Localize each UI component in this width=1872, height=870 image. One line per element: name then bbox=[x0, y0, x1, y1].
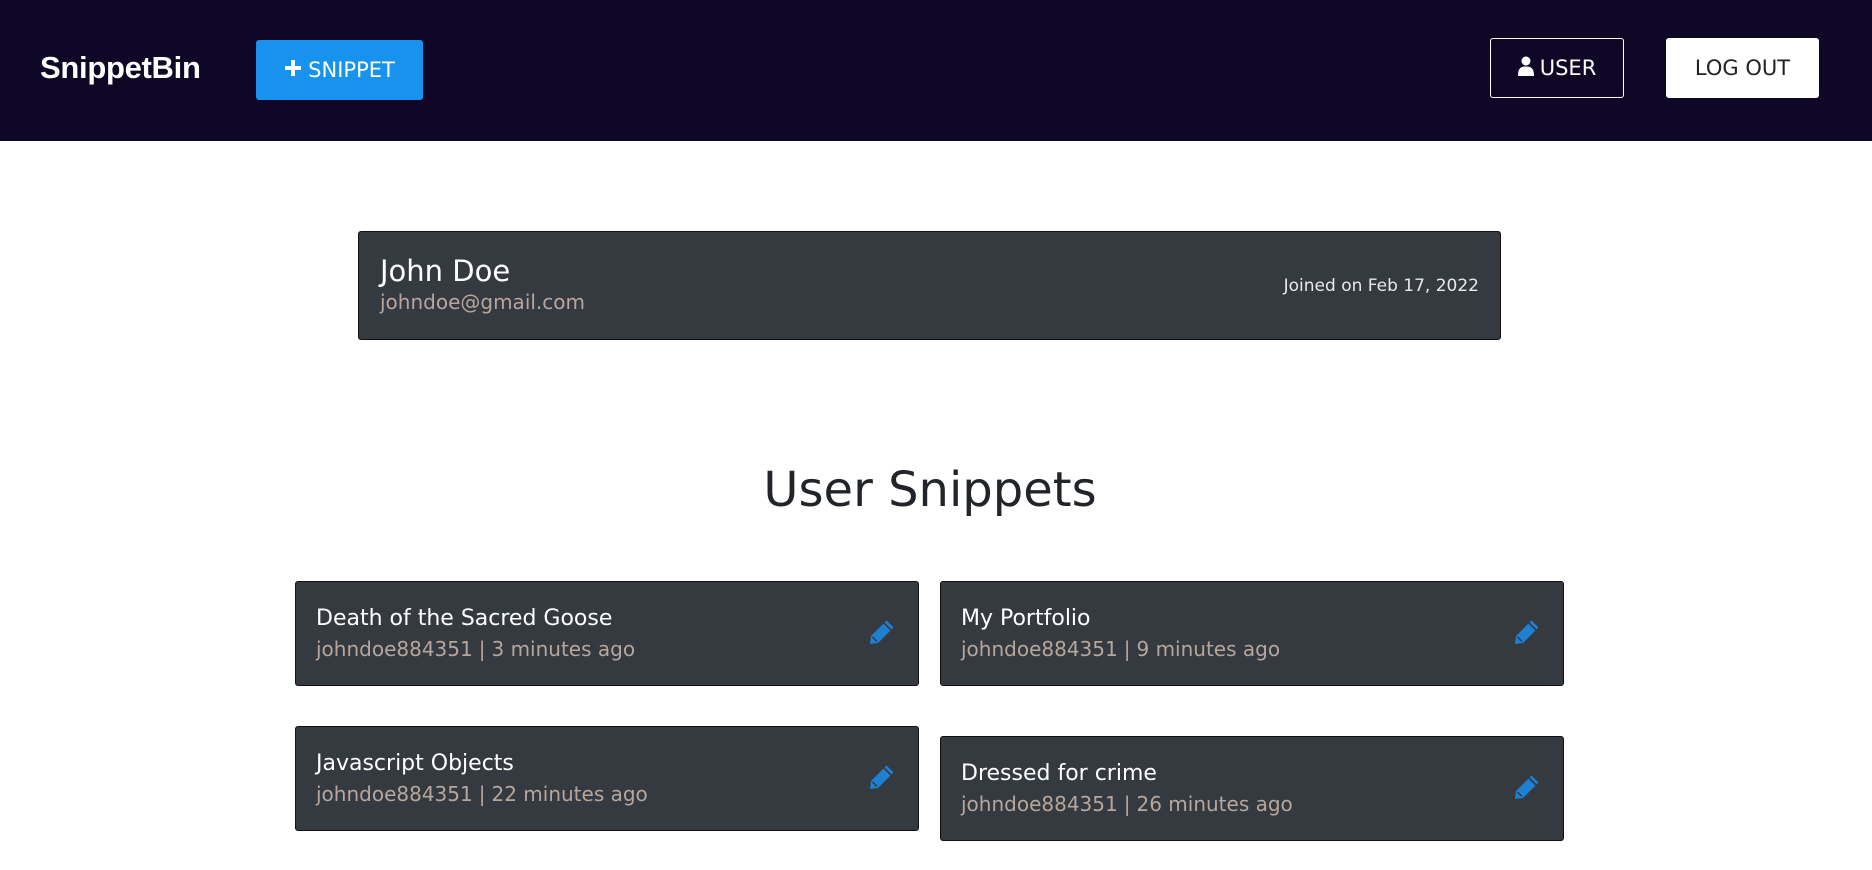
snippet-author: johndoe884351 bbox=[316, 782, 473, 806]
snippet-card[interactable]: Death of the Sacred Goose johndoe884351 |… bbox=[295, 581, 919, 686]
edit-icon[interactable] bbox=[866, 616, 898, 648]
snippet-time: 3 minutes ago bbox=[491, 637, 636, 661]
section-title: User Snippets bbox=[763, 462, 1097, 518]
new-snippet-button[interactable]: SNIPPET bbox=[256, 40, 423, 100]
top-navbar: SnippetBin SNIPPET USER LOG OUT bbox=[0, 0, 1872, 141]
snippet-author: johndoe884351 bbox=[961, 637, 1118, 661]
user-label: USER bbox=[1539, 56, 1597, 80]
user-icon bbox=[1517, 56, 1534, 81]
profile-name: John Doe bbox=[380, 254, 511, 288]
edit-icon[interactable] bbox=[1511, 771, 1543, 803]
snippet-card[interactable]: Dressed for crime johndoe884351 | 26 minut… bbox=[940, 736, 1564, 841]
snippet-meta: johndoe884351 | 26 minutes ago bbox=[961, 792, 1293, 816]
snippet-time: 9 minutes ago bbox=[1136, 637, 1281, 661]
profile-card: John Doe johndoe@gmail.com Joined on Feb… bbox=[358, 231, 1501, 340]
plus-icon bbox=[284, 58, 302, 82]
snippet-meta: johndoe884351 | 3 minutes ago bbox=[316, 637, 636, 661]
brand-logo[interactable]: SnippetBin bbox=[40, 50, 201, 86]
new-snippet-label: SNIPPET bbox=[308, 58, 395, 82]
snippet-meta: johndoe884351 | 9 minutes ago bbox=[961, 637, 1281, 661]
profile-joined-date: Joined on Feb 17, 2022 bbox=[1283, 276, 1479, 296]
snippet-title: Death of the Sacred Goose bbox=[316, 606, 613, 631]
profile-email: johndoe@gmail.com bbox=[380, 290, 585, 314]
snippet-title: Javascript Objects bbox=[316, 751, 514, 776]
snippet-title: My Portfolio bbox=[961, 606, 1091, 631]
snippet-author: johndoe884351 bbox=[316, 637, 473, 661]
edit-icon[interactable] bbox=[1511, 616, 1543, 648]
snippet-meta: johndoe884351 | 22 minutes ago bbox=[316, 782, 648, 806]
logout-button[interactable]: LOG OUT bbox=[1666, 38, 1819, 98]
user-button[interactable]: USER bbox=[1490, 38, 1624, 98]
edit-icon[interactable] bbox=[866, 761, 898, 793]
snippet-card[interactable]: Javascript Objects johndoe884351 | 22 minu… bbox=[295, 726, 919, 831]
snippet-title: Dressed for crime bbox=[961, 761, 1157, 786]
snippet-author: johndoe884351 bbox=[961, 792, 1118, 816]
snippet-time: 26 minutes ago bbox=[1136, 792, 1293, 816]
snippet-time: 22 minutes ago bbox=[491, 782, 648, 806]
snippet-card[interactable]: My Portfolio johndoe884351 | 9 minutes ago bbox=[940, 581, 1564, 686]
